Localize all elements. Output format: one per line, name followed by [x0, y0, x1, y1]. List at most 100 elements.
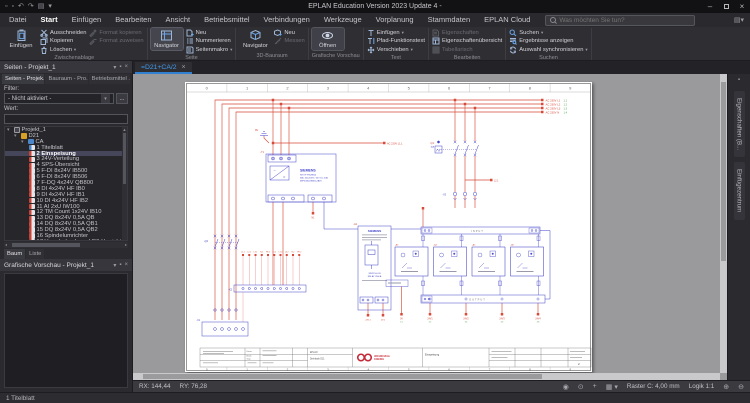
panel-tab[interactable]: Bauraum - Pro... [45, 74, 88, 84]
view-tab[interactable]: Liste [26, 249, 45, 259]
svg-text:1.3: 1.3 [564, 108, 568, 111]
zoom-in-icon[interactable]: ⊕ [723, 383, 729, 391]
navigator-icon [160, 29, 173, 42]
page-new-label: Neu [195, 29, 207, 36]
properties-icon [432, 29, 440, 37]
search-box[interactable] [545, 14, 696, 26]
panel-tab[interactable]: Betriebsmittel ... [88, 74, 130, 84]
dock-options-icon[interactable]: ▪ [738, 74, 740, 86]
search-icon [550, 17, 557, 23]
filter-more-button[interactable]: ... [116, 93, 128, 104]
text-move-button[interactable]: Verschieben ▾ [367, 46, 425, 54]
ribbon-tab[interactable]: Start [34, 13, 65, 27]
search-input[interactable] [559, 16, 691, 24]
cut-button[interactable]: Ausschneiden [40, 29, 86, 37]
measure-button[interactable]: Messen [274, 37, 305, 46]
expand-icon[interactable]: ▾ [21, 139, 26, 145]
view-tab[interactable]: Baum [4, 249, 26, 259]
page-icon [29, 168, 35, 174]
ribbon-tab[interactable]: EPLAN Cloud [477, 13, 537, 27]
canvas-vertical-scrollbar[interactable] [720, 74, 727, 373]
filter-select[interactable]: - Nicht aktiviert - ▾ [4, 93, 114, 104]
show-results-label: Ergebnisse anzeigen [519, 38, 574, 45]
layout-space-navigator-button[interactable]: Navigator [239, 28, 271, 50]
delete-button[interactable]: Löschen ▾ [40, 46, 86, 54]
svg-text:3.8: 3.8 [537, 322, 540, 324]
svg-text:-A2: -A2 [353, 223, 358, 226]
editor-tab[interactable]: =D21+CA/2 × [135, 62, 192, 74]
expand-icon[interactable]: ▾ [14, 133, 19, 139]
object-snap-icon[interactable]: ⊙ [578, 383, 584, 391]
tab-einfuegezentrum[interactable]: Einfügezentrum [733, 162, 745, 220]
tab-close-icon[interactable]: × [182, 64, 186, 71]
page-icon [29, 233, 35, 239]
ribbon-tab[interactable]: Betriebsmittel [197, 13, 256, 27]
panel-close-icon[interactable]: × [124, 262, 128, 269]
magnifier-icon [509, 29, 517, 37]
zoom-out-icon[interactable]: ⊖ [738, 383, 744, 391]
location-icon [28, 138, 34, 145]
svg-text:-X2: -X2 [228, 289, 233, 292]
tree-vertical-scrollbar[interactable]: ▲ [122, 127, 127, 240]
path-function-text-button[interactable]: Pfad-Funktionstext [367, 38, 425, 46]
filter-caret-icon[interactable]: ▾ [101, 94, 110, 103]
svg-text:L2.1: L2.1 [247, 252, 251, 254]
properties-overview-button[interactable]: Eigenschaftenübersicht [432, 37, 502, 46]
panel-pin-icon[interactable]: ▪ [119, 64, 121, 71]
ribbon-display-options-icon[interactable]: ▤▾ [734, 16, 744, 24]
ribbon-tab[interactable]: Stammdaten [421, 13, 478, 27]
value-input[interactable] [4, 114, 128, 124]
layout-space-new-button[interactable]: Neu [274, 29, 304, 37]
format-assign-button[interactable]: Format zuweisen [89, 38, 144, 46]
svg-text:INPUT: INPUT [471, 229, 484, 233]
tree-horizontal-scrollbar[interactable]: ◂ ▸ [4, 242, 128, 248]
ribbon-tab[interactable]: Vorplanung [369, 13, 421, 27]
pages-panel-header[interactable]: Seiten - Projekt_1 ▾ ▪ × [0, 61, 132, 73]
page-number-button[interactable]: Nummerieren [186, 38, 233, 46]
schematic-sheet[interactable]: 01 23 45 67 89 AC 230V L1 AC 230V L2 AC … [185, 82, 592, 372]
page-tree-item[interactable]: 17 Vorschubachsen V90-Umrichter [5, 239, 127, 240]
snap-icon[interactable]: ◉ [563, 383, 569, 391]
copy-icon [40, 37, 48, 46]
tabular-button[interactable]: Tabellarisch [432, 46, 502, 54]
ribbon-tab[interactable]: Werkzeuge [317, 13, 369, 27]
preview-panel-header[interactable]: Grafische Vorschau - Projekt_1 ▾ ▪ × [0, 259, 132, 271]
show-results-button[interactable]: Ergebnisse anzeigen [509, 38, 587, 46]
panel-dropdown-icon[interactable]: ▾ [113, 262, 116, 269]
ribbon-tab[interactable]: Verbindungen [257, 13, 317, 27]
page-navigator-button[interactable]: Navigator [149, 27, 184, 51]
status-rx: RX: 144,44 [139, 383, 171, 390]
page-new-button[interactable]: Neu [186, 29, 233, 37]
svg-text:AC 230V L2: AC 230V L2 [546, 103, 561, 107]
panel-close-icon[interactable]: × [124, 64, 128, 71]
canvas-horizontal-scrollbar[interactable] [133, 373, 720, 380]
path-text-icon [367, 37, 375, 45]
grid-icon[interactable]: ▦ ▾ [606, 383, 618, 391]
panel-dropdown-icon[interactable]: ▾ [113, 64, 116, 71]
crosshair-icon[interactable]: + [593, 383, 597, 390]
expand-icon[interactable]: ▾ [7, 127, 12, 133]
find-button[interactable]: Suchen ▾ [509, 29, 587, 37]
close-button[interactable]: × [734, 0, 750, 13]
panel-tab[interactable]: Seiten - Projek... [2, 74, 45, 84]
sync-selection-button[interactable]: Auswahl synchronisieren ▾ [509, 46, 588, 54]
ribbon-tab[interactable]: Ansicht [159, 13, 198, 27]
ribbon-tab[interactable]: Datei [2, 13, 34, 27]
minimize-button[interactable]: – [702, 0, 718, 13]
ribbon-tab[interactable]: Einfügen [65, 13, 109, 27]
panel-pin-icon[interactable]: ▪ [119, 262, 121, 269]
ribbon-tab[interactable]: Bearbeiten [108, 13, 158, 27]
tab-eigenschaften[interactable]: Eigenschaften (B... [733, 91, 745, 158]
drawing-canvas[interactable]: 01 23 45 67 89 AC 230V L1 AC 230V L2 AC … [133, 74, 727, 380]
page-macro-button[interactable]: Seitenmakro ▾ [186, 46, 232, 54]
properties-button[interactable]: Eigenschaften [432, 29, 502, 37]
format-copy-button[interactable]: Format kopieren [89, 29, 143, 37]
paste-button[interactable]: Einfügen [5, 28, 37, 50]
scissors-icon [40, 29, 48, 37]
copy-button[interactable]: Kopieren [40, 37, 86, 46]
preview-open-button[interactable]: Öffnen [310, 27, 345, 51]
svg-text:PE.1: PE.1 [266, 252, 270, 254]
page-icon [29, 162, 35, 169]
restore-button[interactable] [718, 0, 734, 13]
text-insert-button[interactable]: Einfügen ▾ [367, 29, 425, 37]
